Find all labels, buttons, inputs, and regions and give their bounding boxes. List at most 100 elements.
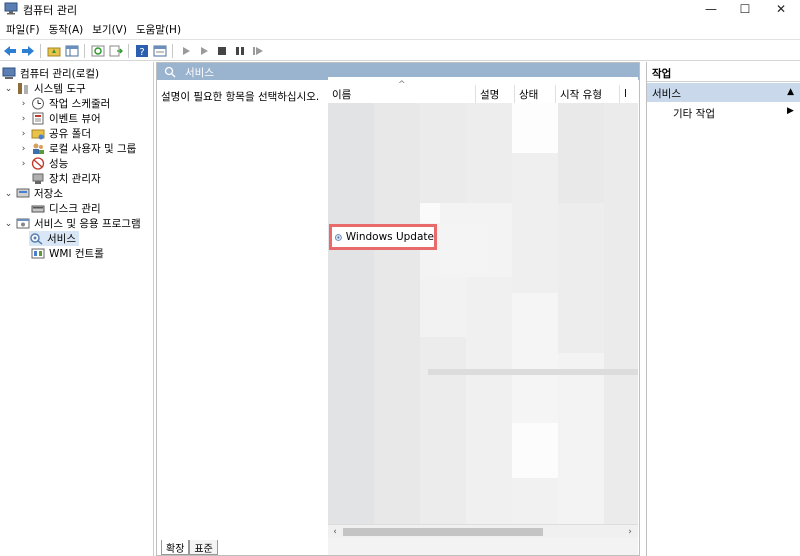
menu-file[interactable]: 파일(F) — [2, 19, 45, 38]
services-gear-icon — [30, 233, 43, 245]
tree-item-performance[interactable]: › 성능 — [19, 156, 68, 171]
toolbar-separator — [40, 44, 41, 58]
services-header-title: 서비스 — [185, 67, 214, 79]
chevron-down-icon[interactable]: ⌄ — [4, 189, 13, 199]
blurred-content — [558, 353, 604, 538]
forward-arrow-icon[interactable] — [20, 43, 36, 58]
tab-extended[interactable]: 확장 — [161, 540, 190, 555]
computer-icon — [2, 67, 16, 79]
menu-help[interactable]: 도움말(H) — [132, 19, 186, 38]
tree-item-services[interactable]: 서비스 — [29, 231, 79, 246]
blurred-content — [440, 223, 488, 273]
submenu-arrow-icon: ▶ — [787, 106, 794, 116]
scroll-left-icon[interactable]: ‹ — [329, 526, 341, 538]
toolbar-separator — [84, 44, 85, 58]
tree-label: 디스크 관리 — [49, 203, 101, 215]
menu-action[interactable]: 동작(A) — [45, 19, 89, 38]
tree-item-shared-folders[interactable]: › 공유 폴더 — [19, 126, 91, 141]
column-header-name[interactable]: 이름 ^ — [328, 80, 476, 103]
title-bar: 컴퓨터 관리 — ☐ ✕ — [0, 0, 800, 18]
users-icon — [33, 143, 44, 154]
back-arrow-icon[interactable] — [2, 43, 18, 58]
event-viewer-icon — [32, 112, 44, 125]
blurred-content — [512, 153, 558, 293]
tab-standard[interactable]: 표준 — [189, 540, 218, 555]
services-list[interactable]: 이름 ^ 설명 상태 시작 유형 l — [328, 77, 638, 555]
actions-section-services[interactable]: 서비스 ▲ — [647, 83, 800, 102]
tree-item-wmi[interactable]: WMI 컨트롤 — [31, 246, 104, 261]
chevron-right-icon[interactable]: › — [19, 99, 28, 109]
close-button[interactable]: ✕ — [764, 0, 798, 18]
search-icon — [164, 66, 176, 78]
pause-service-icon[interactable] — [232, 43, 248, 58]
start-service-alt-icon[interactable] — [196, 43, 212, 58]
toolbar: ? — [0, 39, 800, 61]
properties-icon[interactable] — [152, 43, 168, 58]
minimize-button[interactable]: — — [694, 0, 728, 18]
blurred-content — [558, 103, 604, 203]
more-actions-item[interactable]: 기타 작업 — [673, 106, 715, 121]
chevron-right-icon[interactable]: › — [19, 129, 28, 139]
services-apps-icon — [16, 218, 30, 229]
tree-label: 로컬 사용자 및 그룹 — [49, 143, 137, 155]
shared-folder-icon — [31, 129, 45, 140]
tree-item-local-users[interactable]: › 로컬 사용자 및 그룹 — [19, 141, 137, 156]
actions-pane: 작업 서비스 ▲ 기타 작업 ▶ — [646, 62, 800, 556]
horizontal-scrollbar[interactable]: ‹ › — [328, 524, 638, 538]
tree-item-event-viewer[interactable]: › 이벤트 뷰어 — [19, 111, 101, 126]
stop-service-icon[interactable] — [214, 43, 230, 58]
scroll-right-icon[interactable]: › — [624, 526, 636, 538]
svg-text:?: ? — [139, 47, 144, 57]
blurred-content — [512, 423, 558, 478]
column-header-startup-type[interactable]: 시작 유형 — [556, 85, 620, 103]
blurred-content — [420, 203, 440, 223]
tree-item-disk-management[interactable]: 디스크 관리 — [31, 201, 101, 216]
computer-management-icon — [4, 2, 18, 15]
tree-item-device-manager[interactable]: 장치 관리자 — [31, 171, 101, 186]
blurred-content — [466, 103, 512, 203]
scrollbar-thumb[interactable] — [343, 528, 543, 536]
tree-item-system-tools[interactable]: ⌄ 시스템 도구 — [4, 81, 86, 96]
toolbar-separator — [128, 44, 129, 58]
chevron-right-icon[interactable]: › — [19, 114, 28, 124]
tree-label: 장치 관리자 — [49, 173, 101, 185]
column-header-status[interactable]: 상태 — [515, 85, 556, 103]
column-header-logon[interactable]: l — [620, 85, 638, 103]
tree-label: 공유 폴더 — [49, 128, 91, 140]
chevron-down-icon[interactable]: ⌄ — [4, 219, 13, 229]
column-label: 시작 유형 — [560, 88, 602, 101]
restart-service-icon[interactable] — [250, 43, 266, 58]
help-icon[interactable]: ? — [134, 43, 150, 58]
tools-icon — [18, 83, 28, 94]
tree-item-root[interactable]: 컴퓨터 관리(로컬) — [2, 66, 99, 81]
tree-item-storage[interactable]: ⌄ 저장소 — [4, 186, 63, 201]
storage-icon — [16, 188, 30, 198]
maximize-button[interactable]: ☐ — [728, 0, 762, 18]
chevron-right-icon[interactable]: › — [19, 144, 28, 154]
refresh-icon[interactable] — [90, 43, 106, 58]
tree-label: 서비스 — [47, 233, 76, 245]
start-service-icon[interactable] — [178, 43, 194, 58]
tree-item-task-scheduler[interactable]: › 작업 스케줄러 — [19, 96, 110, 111]
up-folder-icon[interactable] — [46, 43, 62, 58]
export-list-icon[interactable] — [108, 43, 124, 58]
sort-ascending-icon: ^ — [398, 80, 406, 90]
collapse-up-icon[interactable]: ▲ — [787, 87, 794, 97]
window-title: 컴퓨터 관리 — [23, 4, 78, 17]
column-header-description[interactable]: 설명 — [476, 85, 515, 103]
actions-header: 작업 — [647, 62, 800, 82]
tree-label: 성능 — [49, 158, 69, 170]
windows-update-row[interactable]: Windows Update — [329, 224, 437, 250]
column-label: l — [624, 88, 627, 100]
blurred-content — [466, 277, 512, 537]
blurred-content — [328, 103, 374, 533]
clock-icon — [32, 97, 44, 110]
chevron-right-icon[interactable]: › — [19, 159, 28, 169]
navigation-tree: 컴퓨터 관리(로컬) ⌄ 시스템 도구 › 작업 스케줄러 › 이벤트 뷰어 ›… — [0, 62, 154, 556]
blurred-content — [604, 103, 638, 538]
show-hide-tree-icon[interactable] — [64, 43, 80, 58]
service-gear-icon — [334, 233, 342, 241]
tree-item-services-apps[interactable]: ⌄ 서비스 및 응용 프로그램 — [4, 216, 141, 231]
menu-view[interactable]: 보기(V) — [88, 19, 132, 38]
chevron-down-icon[interactable]: ⌄ — [4, 84, 13, 94]
